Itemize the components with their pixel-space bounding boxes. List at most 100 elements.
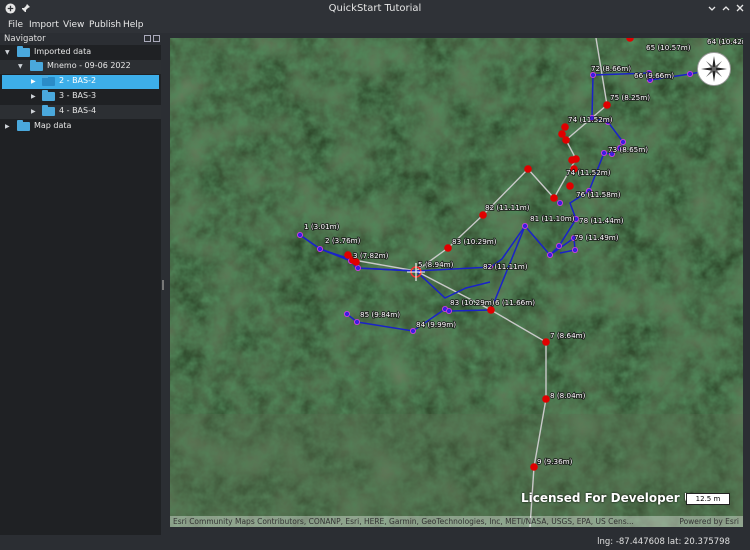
label-station-84: 84 (9.99m) (416, 320, 456, 329)
label-station-65: 65 (10.57m) (646, 43, 691, 52)
label-station-79: 79 (11.49m) (574, 233, 619, 242)
tree-item-label: 3 - BAS-3 (59, 91, 97, 100)
label-station-9: 9 (9.36m) (537, 457, 573, 466)
shot-point[interactable] (589, 72, 596, 79)
navigator-title: Navigator (4, 34, 46, 44)
shot-point[interactable] (556, 199, 563, 206)
folder-icon (17, 46, 30, 57)
collapsed-arrow-icon[interactable]: ▶ (31, 93, 36, 100)
map-folder-icon (17, 120, 30, 131)
shot-point[interactable] (409, 327, 416, 334)
map-attribution: Esri Community Maps Contributors, CONANP… (170, 516, 743, 527)
tree-item-imported-data[interactable]: ▼ Imported data (0, 46, 161, 60)
tree-item-label: 4 - BAS-4 (59, 106, 97, 115)
menu-view[interactable]: View (63, 20, 84, 30)
tree-item-label: 2 - BAS-2 (59, 76, 97, 85)
station-point[interactable] (524, 165, 532, 173)
menu-help[interactable]: Help (123, 20, 144, 30)
shot-point[interactable] (343, 310, 350, 317)
shot-point[interactable] (546, 251, 553, 258)
status-bar: lng: -87.447608 lat: 20.375798 (0, 535, 750, 550)
station-point[interactable] (444, 244, 452, 252)
shot-point[interactable] (521, 222, 528, 229)
shot-point[interactable] (619, 139, 626, 146)
menu-file[interactable]: File (8, 20, 23, 30)
label-station-66: 66 (9.66m) (634, 71, 674, 80)
label-station-64: 64 (10.42m) (707, 38, 743, 46)
station-point[interactable] (479, 211, 487, 219)
collapsed-arrow-icon[interactable]: ▶ (31, 78, 36, 85)
label-station-2: 2 (3.76m) (325, 236, 361, 245)
tree-item-mnemo[interactable]: ▼ Mnemo - 09-06 2022 (0, 60, 161, 74)
map-view[interactable]: 1 (3.01m) 2 (3.76m) 3 (7.82m) 5 (8.94m) … (170, 38, 743, 527)
station-point[interactable] (603, 101, 611, 109)
title-bar: QuickStart Tutorial (0, 0, 750, 19)
label-station-82a: 82 (11.11m) (485, 203, 530, 212)
cursor-coordinates: lng: -87.447608 lat: 20.375798 (597, 537, 730, 547)
station-point[interactable] (566, 182, 574, 190)
minimize-icon[interactable] (706, 3, 718, 15)
compass-icon[interactable] (697, 52, 731, 86)
maximize-icon[interactable] (720, 3, 732, 15)
label-station-6: 6 (11.66m) (495, 298, 535, 307)
label-station-76: 76 (11.58m) (576, 190, 621, 199)
shot-point[interactable] (571, 246, 578, 253)
attribution-text: Esri Community Maps Contributors, CONANP… (173, 517, 634, 526)
tree-item-label: Mnemo - 09-06 2022 (47, 61, 131, 70)
shot-point[interactable] (297, 231, 304, 238)
menu-bar: File Import View Publish Help (0, 19, 750, 33)
menu-publish[interactable]: Publish (89, 20, 121, 30)
folder-icon (30, 60, 43, 71)
label-station-73: 73 (8.65m) (608, 145, 648, 154)
station-point[interactable] (568, 156, 576, 164)
tree-item-bas-3[interactable]: ▶ 3 - BAS-3 (0, 90, 161, 104)
label-station-82b: 82 (11.11m) (483, 262, 528, 271)
folder-icon (42, 90, 55, 101)
menu-import[interactable]: Import (29, 20, 59, 30)
tree-item-label: Imported data (34, 47, 92, 56)
station-point[interactable] (550, 194, 558, 202)
navigator-header: Navigator (0, 33, 161, 45)
expand-arrow-icon[interactable]: ▼ (18, 63, 23, 70)
license-watermark: Licensed For Developer U (521, 491, 694, 505)
powered-by-link[interactable]: Powered by Esri (679, 517, 739, 526)
close-panel-icon[interactable] (153, 35, 160, 42)
tree-item-bas-4[interactable]: ▶ 4 - BAS-4 (0, 105, 161, 119)
tree-item-map-data[interactable]: ▶ Map data (0, 120, 161, 134)
label-station-83b: 83 (10.29m) (450, 298, 495, 307)
station-point[interactable] (487, 306, 495, 314)
collapsed-arrow-icon[interactable]: ▶ (31, 108, 36, 115)
station-point[interactable] (542, 395, 550, 403)
label-station-72: 72 (8.66m) (591, 64, 631, 73)
collapsed-arrow-icon[interactable]: ▶ (5, 123, 10, 130)
label-station-74b: 74 (11.52m) (568, 115, 613, 124)
label-station-5: 5 (8.94m) (418, 260, 454, 269)
splitter-handle[interactable] (162, 280, 164, 290)
close-icon[interactable] (734, 3, 746, 15)
label-station-74a: 74 (11.52m) (566, 168, 611, 177)
scale-bar: 12.5 m (686, 493, 730, 505)
label-station-75: 75 (8.25m) (610, 93, 650, 102)
folder-icon (42, 75, 55, 86)
float-panel-icon[interactable] (144, 35, 151, 42)
station-point[interactable] (561, 123, 569, 131)
map-canvas[interactable]: 1 (3.01m) 2 (3.76m) 3 (7.82m) 5 (8.94m) … (170, 38, 743, 527)
shot-point[interactable] (445, 307, 452, 314)
label-station-85: 85 (9.84m) (360, 310, 400, 319)
tree-item-bas-2[interactable]: ▶ 2 - BAS-2 (2, 75, 159, 89)
navigator-panel: Navigator ▼ Imported data ▼ Mnemo - 09-0… (0, 33, 161, 535)
shot-point[interactable] (687, 71, 694, 78)
shot-point[interactable] (600, 150, 607, 157)
shot-point[interactable] (316, 245, 323, 252)
label-station-81: 81 (11.10m) (530, 214, 575, 223)
station-point[interactable] (542, 338, 550, 346)
label-station-1: 1 (3.01m) (304, 222, 340, 231)
label-station-78: 78 (11.44m) (579, 216, 624, 225)
tree-item-label: Map data (34, 121, 72, 130)
shot-point[interactable] (354, 264, 361, 271)
expand-arrow-icon[interactable]: ▼ (5, 49, 10, 56)
shot-point[interactable] (555, 242, 562, 249)
label-station-7: 7 (8.64m) (550, 331, 586, 340)
shot-point[interactable] (353, 318, 360, 325)
station-point[interactable] (558, 130, 566, 138)
